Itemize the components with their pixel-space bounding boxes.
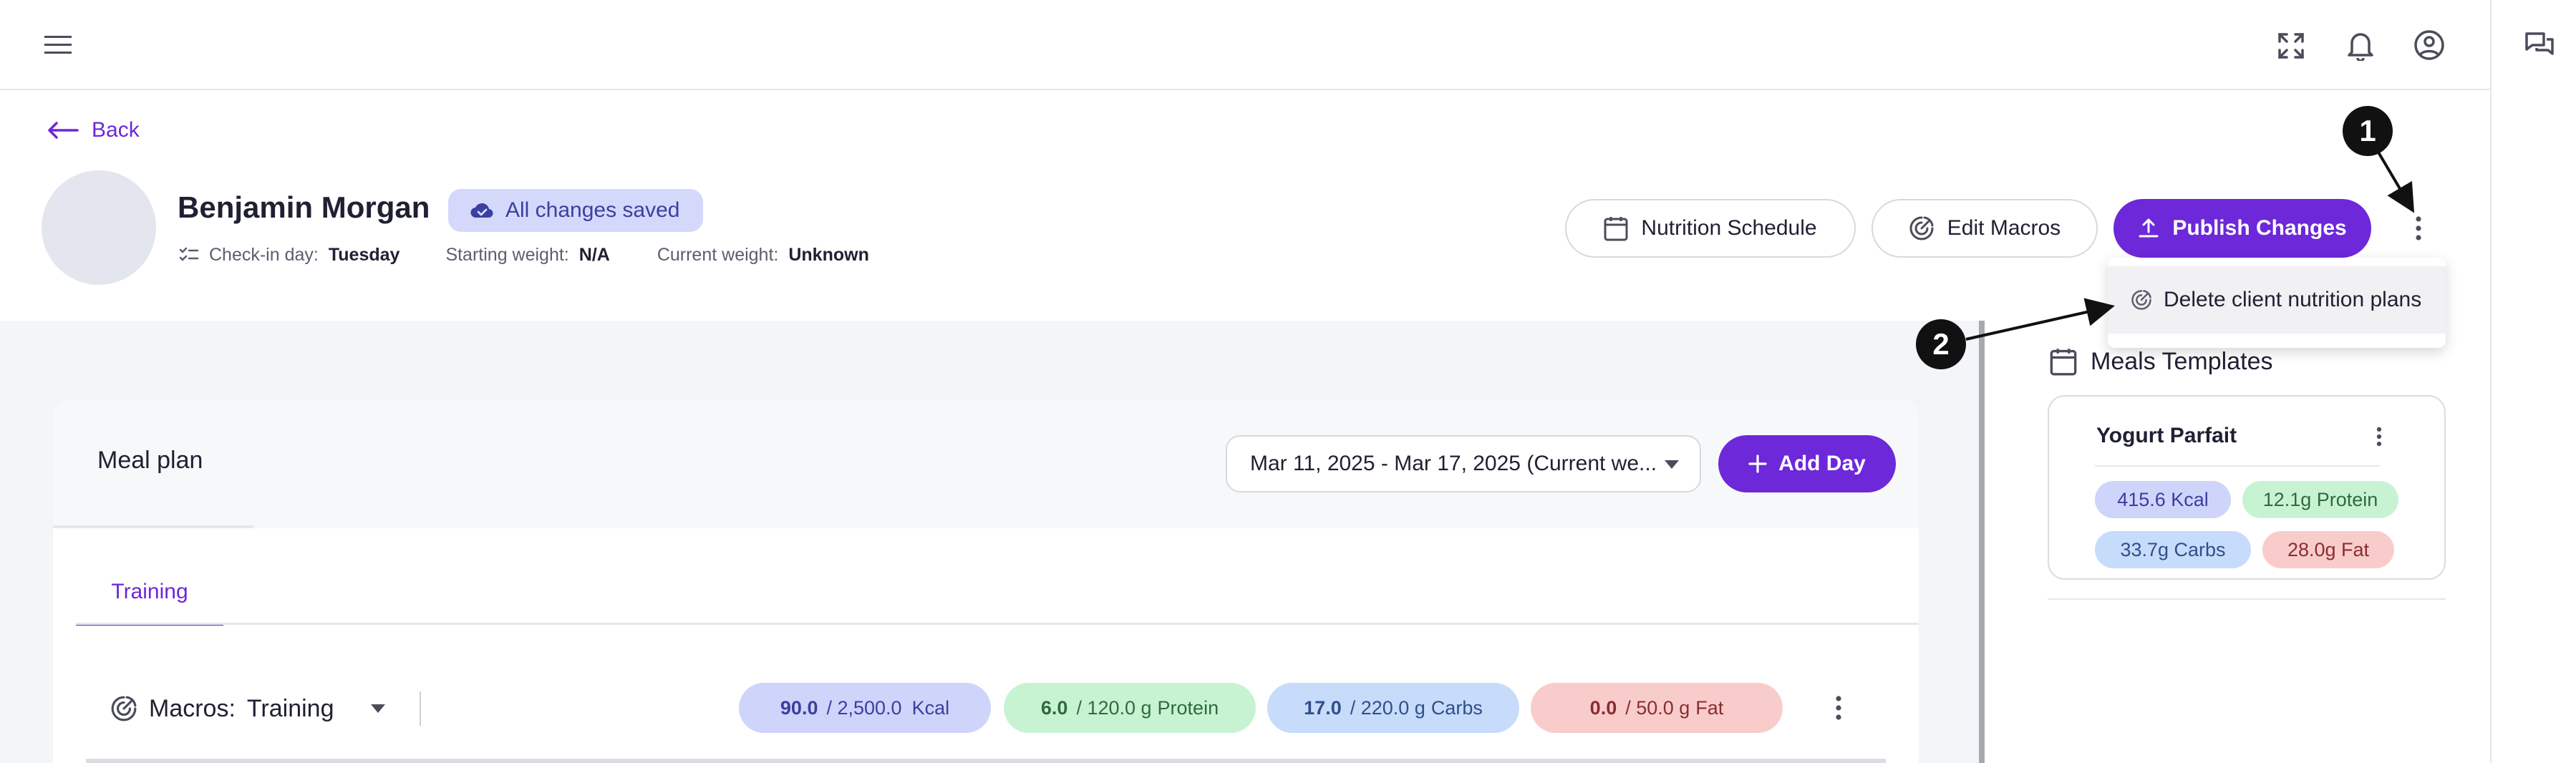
annotation-arrows	[1965, 146, 2415, 341]
annotation-marker-2: 2	[1916, 319, 1966, 369]
annotation-marker-1: 1	[2343, 106, 2393, 156]
